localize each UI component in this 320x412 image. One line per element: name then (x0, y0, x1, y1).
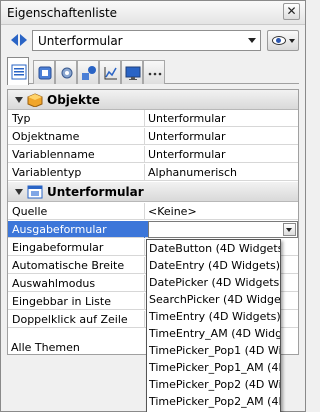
property-row[interactable]: Variablenname Unterformular (8, 146, 298, 163)
column-divider (144, 275, 145, 292)
shapes-icon (82, 66, 96, 80)
group-label: Objekte (47, 93, 100, 107)
dropdown-option[interactable]: DateButton (4D Widgets) (147, 240, 280, 257)
object-navigation: Unterformular (1, 29, 305, 53)
dropdown-option[interactable]: TimePicker_Pop2_AM (4D Widgets) (147, 393, 280, 410)
property-name: Variablentyp (12, 166, 82, 179)
theme-filter[interactable]: Alle Themen (7, 340, 145, 356)
property-value: Unterformular (148, 130, 226, 143)
output-form-dropdown-list[interactable]: DateButton (4D Widgets) DateEntry (4D Wi… (146, 239, 281, 412)
object-select[interactable]: Unterformular (32, 30, 261, 51)
collapse-triangle-icon[interactable] (15, 189, 23, 195)
ausgabeformular-select[interactable] (148, 221, 298, 238)
property-name: Quelle (12, 205, 48, 218)
property-row[interactable]: Typ Unterformular (8, 110, 298, 127)
arrow-right-icon[interactable] (20, 34, 27, 46)
chevron-down-icon (248, 38, 256, 43)
theme-filter-label: Alle Themen (11, 341, 80, 354)
property-name: Auswahlmodus (12, 277, 96, 290)
column-divider (144, 221, 145, 238)
property-row[interactable]: Objektname Unterformular (8, 128, 298, 145)
property-list-window: Eigenschaftenliste ✕ Unterformular Objek… (0, 0, 306, 412)
property-value: <Keine> (148, 205, 197, 218)
tab-display[interactable] (121, 60, 143, 84)
property-name: Doppelklick auf Zeile (12, 313, 128, 326)
property-value: Unterformular (148, 148, 226, 161)
tab-objects[interactable] (33, 60, 55, 84)
chevron-down-icon (286, 228, 292, 232)
tab-more[interactable] (143, 60, 165, 84)
title-bar[interactable]: Eigenschaftenliste ✕ (1, 1, 305, 25)
column-divider (144, 311, 145, 328)
dropdown-option[interactable]: TimePicker_Pop1 (4D Widgets) (147, 342, 280, 359)
property-row-selected[interactable]: Ausgabeformular (8, 221, 298, 238)
property-name: Typ (12, 112, 31, 125)
dropdown-option[interactable]: TimePicker_Pop1_AM (4D Widgets) (147, 359, 280, 376)
property-value: Alphanumerisch (148, 166, 238, 179)
dropdown-option[interactable]: SearchPicker (4D Widgets) (147, 291, 280, 308)
dropdown-option[interactable]: DateEntry (4D Widgets) (147, 257, 280, 274)
dropdown-option[interactable]: TimeEntry (4D Widgets) (147, 308, 280, 325)
theme-tabs (7, 57, 299, 85)
dropdown-option[interactable]: TimeEntry_AM (4D Widgets) (147, 325, 280, 342)
property-name: Automatische Breite (12, 259, 125, 272)
property-name: Ausgabeformular (12, 223, 107, 236)
column-divider (144, 239, 145, 256)
property-name: Eingebbar in Liste (12, 295, 111, 308)
dropdown-option[interactable]: TimePicker_Pop2 (4D Widgets) (147, 376, 280, 393)
dropdown-option[interactable]: DatePicker (4D Widgets) (147, 274, 280, 291)
group-unterformular[interactable]: Unterformular (8, 182, 298, 202)
group-label: Unterformular (47, 185, 144, 199)
column-divider (144, 293, 145, 310)
eye-icon (272, 36, 286, 45)
tab-actions[interactable] (55, 60, 77, 84)
column-divider (144, 146, 145, 163)
object-icon (38, 66, 52, 80)
property-row[interactable]: Quelle <Keine> (8, 203, 298, 220)
column-divider (144, 110, 145, 127)
chevron-down-icon (289, 39, 295, 43)
column-divider (144, 164, 145, 181)
tab-properties-list[interactable] (7, 57, 29, 85)
monitor-icon (125, 66, 141, 80)
property-value: Unterformular (148, 112, 226, 125)
more-icon (148, 72, 162, 76)
gear-icon (61, 67, 73, 79)
object-select-value: Unterformular (38, 34, 123, 48)
tab-appearance[interactable] (77, 60, 99, 84)
property-name: Objektname (12, 130, 80, 143)
object-select-dropdown-button[interactable] (244, 31, 260, 50)
cube-icon (27, 93, 43, 107)
property-row[interactable]: Variablentyp Alphanumerisch (8, 164, 298, 181)
view-options-button[interactable] (267, 30, 299, 51)
tab-chart[interactable] (99, 60, 121, 84)
column-divider (144, 203, 145, 220)
properties-list-icon (11, 64, 27, 80)
subform-icon (27, 185, 43, 199)
group-objekte[interactable]: Objekte (8, 90, 298, 110)
dropdown-button[interactable] (283, 223, 296, 236)
property-name: Variablenname (12, 148, 95, 161)
column-divider (144, 257, 145, 274)
property-name: Eingabeformular (12, 241, 104, 254)
column-divider (144, 128, 145, 145)
chart-icon (104, 67, 117, 80)
arrow-left-icon[interactable] (11, 34, 18, 46)
collapse-triangle-icon[interactable] (15, 97, 23, 103)
window-title: Eigenschaftenliste (7, 6, 118, 20)
close-icon[interactable]: ✕ (283, 3, 300, 20)
